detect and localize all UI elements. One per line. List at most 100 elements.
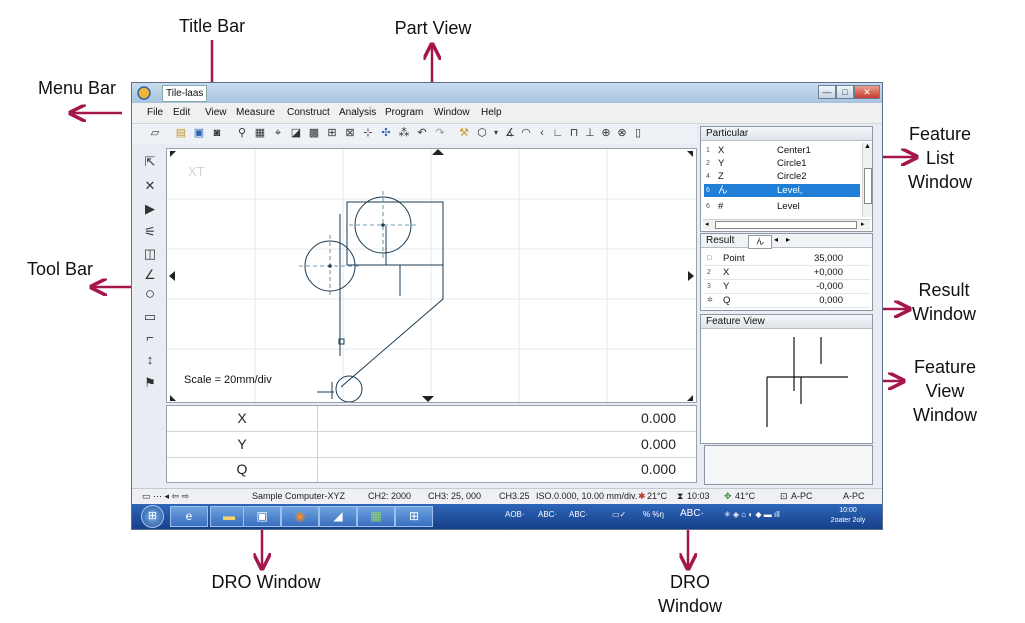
maximize-button[interactable]: □ (836, 85, 854, 99)
layers-icon[interactable]: ▱ (144, 126, 166, 140)
grid-icon[interactable]: ▩ (307, 126, 321, 140)
media-player-icon[interactable]: ◉ (281, 506, 319, 527)
scroll-left-icon[interactable]: ◂ (705, 220, 709, 228)
open-folder-icon[interactable]: ▤ (174, 126, 188, 140)
perpendicular-icon[interactable]: ⊥ (583, 126, 597, 140)
tools-icon[interactable]: ⚒ (457, 126, 471, 140)
row-value: 0,000 (819, 295, 843, 306)
left-circle-center (328, 264, 332, 268)
axis-icon[interactable]: ⊹ (361, 126, 375, 140)
status-ch2: CH2: 2000 (368, 491, 412, 501)
vertical-scrollbar[interactable]: ▲ (862, 143, 872, 217)
camera-icon[interactable]: ◙ (210, 126, 224, 140)
scroll-right-icon[interactable]: ▸ (861, 220, 865, 228)
windows-icon[interactable]: ⊞ (395, 506, 433, 527)
dro-row-y: Y 0.000 (167, 432, 696, 458)
target-icon[interactable]: ⊕ (599, 126, 613, 140)
menu-file[interactable]: File (147, 107, 163, 118)
dro-right-callout: DRO Window (640, 570, 740, 618)
redo-icon[interactable]: ↷ (433, 126, 447, 140)
points-icon[interactable]: ✣ (379, 126, 393, 140)
monitor-icon[interactable]: ▣ (243, 506, 281, 527)
scroll-thumb[interactable] (864, 168, 872, 204)
step-tool-icon[interactable]: ⌐ (142, 330, 158, 346)
construct-icon[interactable]: ⊠ (343, 126, 357, 140)
chevron-right-icon[interactable]: ▸ (786, 235, 790, 244)
list-item[interactable]: 4 Z Circle2 (704, 170, 860, 183)
part-geometry (167, 149, 696, 403)
part-view-canvas[interactable]: XT Scale = 20mm/div (166, 148, 697, 403)
save-icon[interactable]: ▣ (192, 126, 206, 140)
layout-icon[interactable]: ⊞ (325, 126, 339, 140)
menu-analysis[interactable]: Analysis (339, 107, 376, 118)
status-pc1: A-PC (791, 491, 813, 501)
menu-help[interactable]: Help (481, 107, 502, 118)
tray-text-1: AOB· (505, 510, 525, 519)
probe-icon[interactable]: ⚲ (235, 126, 249, 140)
tray-icons[interactable]: ✳ ◈ ⌂ ◐ ◆ ▬ ıll (724, 510, 780, 519)
hourglass-icon: ⧗ (677, 491, 684, 501)
scroll-up-icon[interactable]: ▲ (863, 143, 872, 150)
horizontal-scrollbar[interactable]: ◂ ▸ (703, 219, 870, 230)
feature-view-callout-line3: Window (912, 405, 978, 425)
status-pc2: A-PC (843, 491, 865, 501)
list-item[interactable]: 6 # Level (704, 200, 860, 213)
measure-icon[interactable]: ◪ (289, 126, 303, 140)
browser-icon[interactable]: e (170, 506, 208, 527)
sensor-icon: ✥ (724, 491, 732, 501)
distance-tool-icon[interactable]: ↕ (142, 352, 158, 368)
measure-app-icon[interactable]: ▦ (357, 506, 395, 527)
row-number: 6 (706, 203, 710, 210)
row-code: Z (718, 171, 724, 182)
chevron-left-icon[interactable]: ◂ (774, 235, 778, 244)
h-scroll-thumb[interactable] (715, 221, 857, 229)
minimize-button[interactable]: — (818, 85, 836, 99)
clock[interactable]: 10:00 2oater 2oly (822, 506, 874, 527)
circle-tool-icon[interactable]: ○ (142, 285, 158, 302)
rectangle-tool-icon[interactable]: ▭ (142, 309, 158, 325)
cluster-icon[interactable]: ⁂ (397, 126, 411, 140)
sphere-icon[interactable]: ⊗ (615, 126, 629, 140)
menu-measure[interactable]: Measure (236, 107, 275, 118)
row-name: Level, (777, 185, 803, 196)
play-tool-icon[interactable]: ▶ (142, 201, 158, 217)
marker-bottom-left-icon (170, 395, 176, 401)
feature-view-canvas (766, 337, 848, 427)
undo-icon[interactable]: ↶ (415, 126, 429, 140)
menu-view[interactable]: View (205, 107, 227, 118)
list-item[interactable]: 1 X Center1 (704, 144, 860, 157)
result-tab[interactable]: ん (748, 235, 772, 249)
table-row: □ Point 35,000 (704, 252, 870, 266)
menu-window[interactable]: Window (434, 107, 470, 118)
print-icon[interactable]: ▦ (253, 126, 267, 140)
delete-tool-icon[interactable]: ✕ (142, 178, 158, 194)
app-icon[interactable] (137, 86, 151, 100)
phone-icon[interactable]: ▯ (631, 126, 645, 140)
arc-icon[interactable]: ◠ (519, 126, 533, 140)
cube-icon[interactable]: ⬡ (475, 126, 489, 140)
crosshair-icon[interactable]: ⌖ (271, 126, 285, 140)
close-button[interactable]: ✕ (854, 85, 880, 99)
network-icon[interactable]: ▭✓ (612, 510, 626, 519)
start-button[interactable]: ⊞ (141, 505, 164, 528)
angle-a-icon[interactable]: ∡ (503, 126, 517, 140)
list-item[interactable]: 2 Y Circle1 (704, 157, 860, 170)
feature-view-callout: Feature View Window (895, 355, 995, 427)
chevron-left-icon[interactable]: ‹ (535, 126, 549, 140)
dropdown-arrow-icon[interactable]: ▾ (489, 126, 503, 140)
lock-icon[interactable]: ⊓ (567, 126, 581, 140)
menu-program[interactable]: Program (385, 107, 423, 118)
menu-construct[interactable]: Construct (287, 107, 330, 118)
edge-tool-icon[interactable]: ⚟ (142, 224, 158, 240)
corner-icon[interactable]: ∟ (551, 126, 565, 140)
box-tool-icon[interactable]: ◫ (142, 246, 158, 262)
part-view-callout: Part View (394, 18, 472, 38)
menu-edit[interactable]: Edit (173, 107, 190, 118)
angle-tool-icon[interactable]: ∠ (142, 267, 158, 283)
list-item-selected[interactable]: 6 ん Level, (704, 184, 860, 197)
app-taskbar-icon[interactable]: ◢ (319, 506, 357, 527)
clock-date: 2oater 2oly (830, 517, 866, 524)
pointer-tool-icon[interactable]: ⇱ (142, 154, 158, 170)
flag-tool-icon[interactable]: ⚑ (142, 375, 158, 391)
table-row: 2 X +0,000 (704, 266, 870, 280)
